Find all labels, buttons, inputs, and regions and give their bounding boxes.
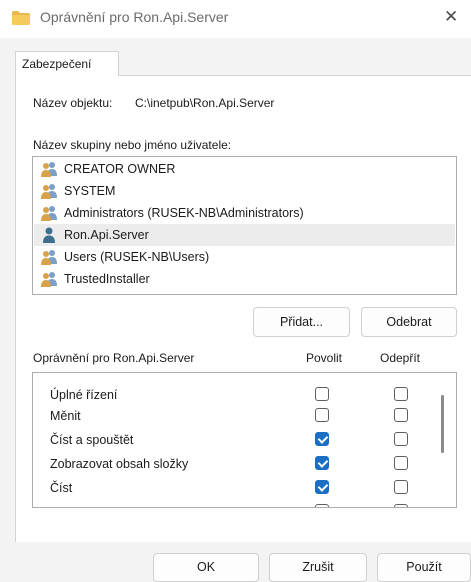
group-icon — [41, 184, 57, 199]
group-icon — [41, 206, 57, 221]
permission-name: Měnit — [50, 409, 81, 423]
permission-row-modify: Měnit — [33, 403, 433, 427]
list-item-administrators[interactable]: Administrators (RUSEK-NB\Administrators) — [34, 202, 455, 224]
groups-label: Název skupiny nebo jméno uživatele: — [33, 138, 232, 152]
permission-row-read-execute: Číst a spouštět — [33, 427, 433, 451]
deny-checkbox[interactable] — [394, 432, 408, 446]
deny-checkbox[interactable] — [394, 408, 408, 422]
object-name-value: C:\inetpub\Ron.Api.Server — [135, 96, 275, 110]
ok-button-label: OK — [196, 560, 216, 574]
apply-button[interactable]: Použít — [377, 553, 471, 582]
allow-checkbox[interactable] — [315, 480, 329, 494]
window-title: Oprávnění pro Ron.Api.Server — [40, 9, 229, 25]
permission-row-partial — [33, 499, 433, 507]
cancel-button-label: Zrušit — [302, 560, 334, 574]
list-item-trustedinstaller[interactable]: TrustedInstaller — [34, 268, 455, 290]
allow-checkbox[interactable] — [315, 432, 329, 446]
list-item-creator-owner[interactable]: CREATOR OWNER — [34, 158, 455, 180]
remove-button-label: Odebrat — [386, 315, 432, 329]
deny-checkbox[interactable] — [394, 387, 408, 401]
list-item-ron-api-server[interactable]: Ron.Api.Server — [34, 224, 455, 246]
allow-column-header: Povolit — [306, 351, 343, 365]
allow-checkbox[interactable] — [315, 408, 329, 422]
allow-checkbox[interactable] — [315, 456, 329, 470]
group-name: Ron.Api.Server — [64, 228, 149, 242]
allow-checkbox[interactable] — [315, 387, 329, 401]
list-item-users[interactable]: Users (RUSEK-NB\Users) — [34, 246, 455, 268]
group-name: SYSTEM — [64, 184, 116, 198]
permissions-label: Oprávnění pro Ron.Api.Server — [33, 351, 195, 365]
list-item-system[interactable]: SYSTEM — [34, 180, 455, 202]
remove-button[interactable]: Odebrat — [361, 307, 457, 337]
group-name: CREATOR OWNER — [64, 162, 176, 176]
ok-button[interactable]: OK — [153, 553, 259, 582]
permission-name: Číst — [50, 481, 73, 495]
group-icon — [41, 272, 57, 287]
permission-row-list-folder: Zobrazovat obsah složky — [33, 451, 433, 475]
object-name-label: Název objektu: — [33, 96, 113, 110]
deny-checkbox[interactable] — [394, 504, 408, 507]
group-icon — [41, 250, 57, 265]
deny-checkbox[interactable] — [394, 480, 408, 494]
group-list[interactable]: CREATOR OWNER SYSTEM Administrators (RUS… — [32, 156, 457, 295]
permission-name: Zobrazovat obsah složky — [50, 457, 189, 471]
close-icon[interactable]: ✕ — [444, 7, 458, 27]
add-button-label: Přidat... — [279, 315, 324, 329]
deny-column-header: Odepřít — [380, 351, 421, 365]
permission-name: Číst a spouštět — [50, 433, 134, 447]
group-name: TrustedInstaller — [64, 272, 150, 286]
apply-button-label: Použít — [406, 560, 442, 574]
tab-security-label: Zabezpečení — [22, 57, 92, 71]
allow-checkbox[interactable] — [315, 504, 329, 507]
permission-name: Úplné řízení — [50, 388, 118, 402]
group-name: Administrators (RUSEK-NB\Administrators) — [64, 206, 304, 220]
permissions-list[interactable]: Úplné řízení Měnit Číst a spouštět Zobra… — [32, 372, 457, 508]
deny-checkbox[interactable] — [394, 456, 408, 470]
cancel-button[interactable]: Zrušit — [269, 553, 367, 582]
folder-icon — [12, 11, 30, 25]
user-icon — [43, 227, 55, 243]
group-name: Users (RUSEK-NB\Users) — [64, 250, 210, 264]
group-icon — [41, 162, 57, 177]
add-button[interactable]: Přidat... — [253, 307, 350, 337]
permissions-scrollbar[interactable] — [441, 395, 444, 453]
permission-row-read: Číst — [33, 475, 433, 499]
